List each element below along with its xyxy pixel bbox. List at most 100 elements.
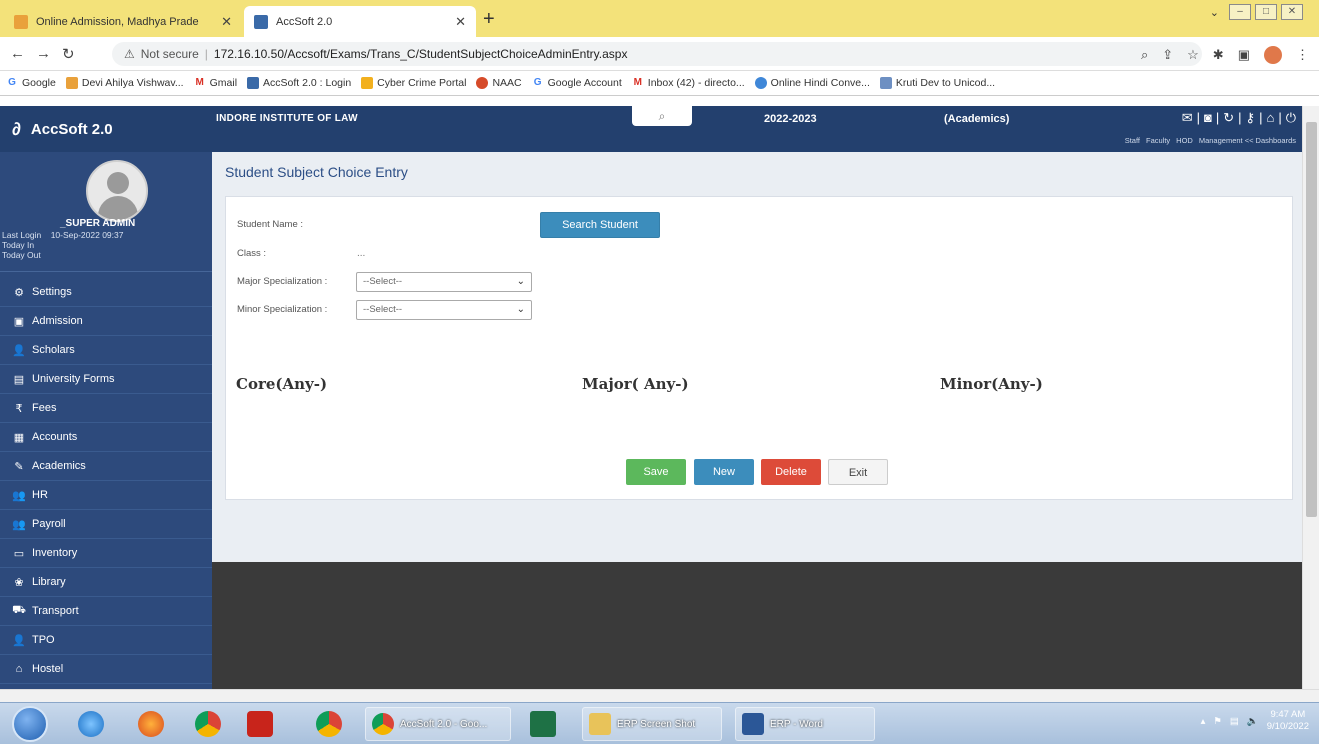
bookmark-star-icon[interactable]: ☆ bbox=[1187, 47, 1199, 63]
taskbar-app-erp-word[interactable]: ERP - Word bbox=[735, 707, 875, 741]
close-tab-icon[interactable]: ✕ bbox=[221, 14, 232, 30]
header-icons: ✉ | ◙ | ↻ | ⚷ | ⌂ | ⏻ bbox=[1181, 110, 1296, 126]
sidebar-item-fees[interactable]: ₹ Fees bbox=[0, 394, 212, 423]
power-icon[interactable]: ⏻ bbox=[1286, 110, 1296, 126]
google-icon: G bbox=[533, 77, 542, 88]
flag-icon[interactable]: ⚑ bbox=[1213, 716, 1222, 727]
bookmark-accsoft-login[interactable]: AccSoft 2.0 : Login bbox=[247, 77, 351, 89]
sidebar-item-scholars[interactable]: 👤 Scholars bbox=[0, 336, 212, 365]
search-student-button[interactable]: Search Student bbox=[540, 212, 660, 238]
browser-tab-online-admission[interactable]: Online Admission, Madhya Prade ✕ bbox=[4, 6, 242, 37]
save-button[interactable]: Save bbox=[626, 459, 686, 485]
network-icon[interactable]: ▤ bbox=[1230, 716, 1239, 727]
sidebar-item-transport[interactable]: ⛟ Transport bbox=[0, 597, 212, 626]
sidebar-item-label: Fees bbox=[32, 402, 57, 414]
bookmark-inbox[interactable]: M Inbox (42) - directo... bbox=[632, 77, 745, 89]
taskbar-app-accsoft[interactable]: AccSoft 2.0 - Goo... bbox=[365, 707, 511, 741]
bookmark-hindi-converter[interactable]: Online Hindi Conve... bbox=[754, 77, 870, 89]
sidebar-item-tpo[interactable]: 👤 TPO bbox=[0, 626, 212, 655]
clock[interactable]: 9:47 AM 9/10/2022 bbox=[1267, 709, 1309, 733]
minor-specialization-select[interactable]: --Select-- ⌄ bbox=[356, 300, 532, 320]
chrome-canary-icon[interactable] bbox=[316, 711, 342, 737]
window-controls: ⌄ – □ ✕ bbox=[1210, 4, 1303, 20]
horizontal-scrollbar[interactable] bbox=[0, 689, 1319, 702]
link-management-dashboards[interactable]: Management << Dashboards bbox=[1199, 136, 1296, 145]
sidebar-item-admission[interactable]: ▣ Admission bbox=[0, 307, 212, 336]
sidebar-item-university-forms[interactable]: ▤ University Forms bbox=[0, 365, 212, 394]
back-icon[interactable]: ← bbox=[10, 45, 25, 62]
link-staff[interactable]: Staff bbox=[1125, 136, 1140, 145]
sidebar-item-payroll[interactable]: 👥 Payroll bbox=[0, 510, 212, 539]
sidebar-item-academics[interactable]: ✎ Academics bbox=[0, 452, 212, 481]
browser-tab-bar: Online Admission, Madhya Prade ✕ AccSoft… bbox=[0, 0, 1319, 37]
forward-icon[interactable]: → bbox=[36, 45, 51, 62]
tab-search-icon[interactable]: ⌄ bbox=[1210, 6, 1219, 19]
acrobat-icon[interactable] bbox=[247, 711, 273, 737]
sidebar-item-hr[interactable]: 👥 HR bbox=[0, 481, 212, 510]
zoom-icon[interactable]: ⌕ bbox=[1141, 47, 1148, 63]
chevron-down-icon: ⌄ bbox=[516, 304, 525, 315]
side-panel-icon[interactable]: ▣ bbox=[1238, 47, 1250, 63]
ie-icon[interactable] bbox=[78, 711, 104, 737]
home-icon[interactable]: ⌂ bbox=[1266, 110, 1274, 126]
bookmark-gmail[interactable]: M Gmail bbox=[194, 77, 237, 89]
major-specialization-select[interactable]: --Select-- ⌄ bbox=[356, 272, 532, 292]
sidebar-item-settings[interactable]: ⚙ Settings bbox=[0, 278, 212, 307]
maximize-button[interactable]: □ bbox=[1255, 4, 1277, 20]
excel-icon[interactable] bbox=[530, 711, 556, 737]
bookmark-cyber-crime[interactable]: Cyber Crime Portal bbox=[361, 77, 466, 89]
chat-icon[interactable]: ◙ bbox=[1204, 110, 1212, 126]
bookmark-kruti-dev[interactable]: Kruti Dev to Unicod... bbox=[879, 77, 995, 89]
close-tab-icon[interactable]: ✕ bbox=[455, 14, 466, 30]
address-field[interactable]: ⚠ Not secure | 172.16.10.50/Accsoft/Exam… bbox=[112, 42, 1202, 66]
bookmark-davv[interactable]: Devi Ahilya Vishwav... bbox=[65, 77, 184, 89]
scrollbar-thumb[interactable] bbox=[1306, 122, 1317, 517]
refresh-icon[interactable]: ↻ bbox=[1223, 110, 1234, 126]
link-faculty[interactable]: Faculty bbox=[1146, 136, 1170, 145]
share-icon[interactable]: ⇪ bbox=[1162, 47, 1173, 63]
profile-avatar-icon[interactable] bbox=[1264, 46, 1282, 64]
accsoft-logo-icon: ∂ bbox=[12, 118, 21, 139]
bookmark-google-account[interactable]: G Google Account bbox=[532, 77, 622, 89]
new-tab-button[interactable]: + bbox=[483, 8, 495, 31]
minimize-button[interactable]: – bbox=[1229, 4, 1251, 20]
header-search-button[interactable]: ⌕ bbox=[632, 106, 692, 126]
bookmark-label: Google bbox=[22, 77, 56, 89]
reload-icon[interactable]: ↻ bbox=[62, 45, 75, 63]
sidebar-item-hostel[interactable]: ⌂ Hostel bbox=[0, 655, 212, 684]
sidebar-item-label: Scholars bbox=[32, 344, 75, 356]
brand[interactable]: ∂ AccSoft 2.0 bbox=[0, 106, 212, 152]
new-button[interactable]: New bbox=[694, 459, 754, 485]
sidebar-item-label: Settings bbox=[32, 286, 72, 298]
mail-icon[interactable]: ✉ bbox=[1182, 110, 1193, 126]
bookmark-google[interactable]: G Google bbox=[6, 77, 56, 89]
volume-icon[interactable]: 🔈 bbox=[1247, 716, 1259, 727]
avatar[interactable] bbox=[86, 160, 148, 222]
sidebar: ∂ AccSoft 2.0 _SUPER ADMIN Last Login 10… bbox=[0, 106, 212, 689]
form-icon: ▤ bbox=[13, 373, 25, 386]
show-hidden-icons[interactable]: ▴ bbox=[1201, 716, 1206, 727]
sidebar-item-library[interactable]: ❀ Library bbox=[0, 568, 212, 597]
taskbar-app-erp-screenshot[interactable]: ERP Screen Shot bbox=[582, 707, 722, 741]
session-year[interactable]: 2022-2023 bbox=[764, 113, 817, 125]
link-hod[interactable]: HOD bbox=[1176, 136, 1193, 145]
bookmark-naac[interactable]: NAAC bbox=[476, 77, 522, 89]
sidebar-item-label: Payroll bbox=[32, 518, 66, 530]
sidebar-item-accounts[interactable]: ▦ Accounts bbox=[0, 423, 212, 452]
class-value: ... bbox=[357, 248, 366, 259]
browser-tab-accsoft[interactable]: AccSoft 2.0 ✕ bbox=[244, 6, 476, 37]
menu-kebab-icon[interactable]: ⋮ bbox=[1296, 47, 1309, 63]
vertical-scrollbar[interactable] bbox=[1302, 106, 1319, 689]
firefox-icon[interactable] bbox=[138, 711, 164, 737]
kruti-dev-icon bbox=[879, 77, 892, 89]
sidebar-item-inventory[interactable]: ▭ Inventory bbox=[0, 539, 212, 568]
start-button[interactable] bbox=[12, 706, 48, 742]
exit-button[interactable]: Exit bbox=[828, 459, 888, 485]
chrome-icon[interactable] bbox=[195, 711, 221, 737]
bookmark-label: Google Account bbox=[547, 77, 622, 89]
extensions-icon[interactable]: ✱ bbox=[1213, 47, 1224, 63]
key-icon[interactable]: ⚷ bbox=[1246, 110, 1256, 126]
bookmark-label: Inbox (42) - directo... bbox=[647, 77, 745, 89]
delete-button[interactable]: Delete bbox=[761, 459, 821, 485]
close-window-button[interactable]: ✕ bbox=[1281, 4, 1303, 20]
